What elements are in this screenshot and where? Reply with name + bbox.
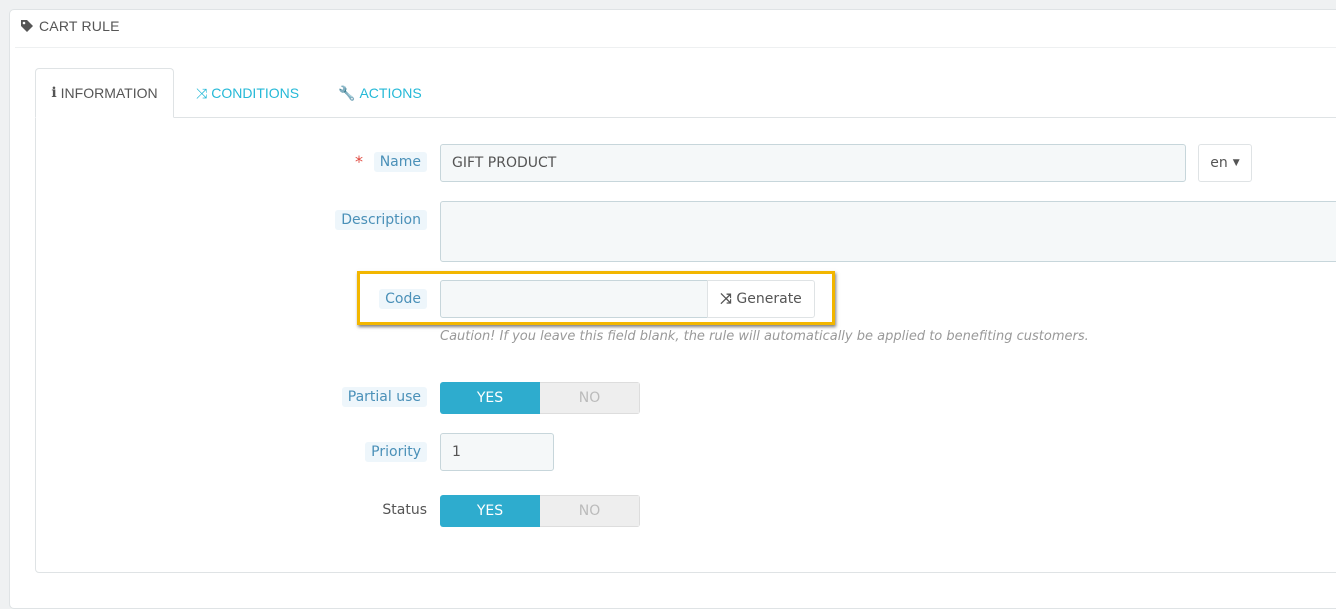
partial-use-no[interactable]: NO bbox=[540, 382, 640, 414]
divider bbox=[15, 47, 1336, 48]
wrench-icon: 🔧 bbox=[338, 84, 356, 101]
name-input[interactable]: GIFT PRODUCT bbox=[440, 144, 1186, 182]
code-input[interactable] bbox=[440, 280, 708, 318]
status-label: Status bbox=[382, 502, 427, 518]
partial-use-label: Partial use bbox=[341, 387, 427, 407]
random-icon: ⤨ bbox=[720, 291, 732, 307]
panel-heading: CART RULE bbox=[20, 18, 120, 34]
priority-input[interactable]: 1 bbox=[440, 433, 554, 471]
code-label: Code bbox=[379, 289, 427, 309]
caret-down-icon: ▼ bbox=[1232, 158, 1240, 168]
status-toggle[interactable]: YES NO bbox=[440, 495, 640, 527]
required-asterisk: * bbox=[355, 152, 363, 171]
info-icon: i bbox=[51, 85, 57, 101]
tab-information[interactable]: i INFORMATION bbox=[35, 68, 174, 118]
tab-content bbox=[35, 117, 1336, 573]
partial-use-yes[interactable]: YES bbox=[440, 382, 540, 414]
status-no[interactable]: NO bbox=[540, 495, 640, 527]
code-help-text: Caution! If you leave this field blank, … bbox=[440, 329, 1089, 344]
description-textarea[interactable] bbox=[440, 201, 1336, 262]
tag-icon bbox=[21, 20, 33, 32]
generate-button[interactable]: ⤨ Generate bbox=[707, 280, 815, 318]
priority-label: Priority bbox=[365, 442, 427, 462]
partial-use-toggle[interactable]: YES NO bbox=[440, 382, 640, 414]
random-icon: ⤨ bbox=[196, 84, 208, 101]
name-label: Name bbox=[373, 152, 427, 172]
tab-conditions[interactable]: ⤨ CONDITIONS bbox=[196, 68, 299, 118]
status-yes[interactable]: YES bbox=[440, 495, 540, 527]
tab-actions[interactable]: 🔧 ACTIONS bbox=[338, 68, 422, 118]
description-label: Description bbox=[335, 210, 427, 230]
panel-title: CART RULE bbox=[39, 18, 120, 34]
language-dropdown[interactable]: en ▼ bbox=[1198, 144, 1252, 182]
